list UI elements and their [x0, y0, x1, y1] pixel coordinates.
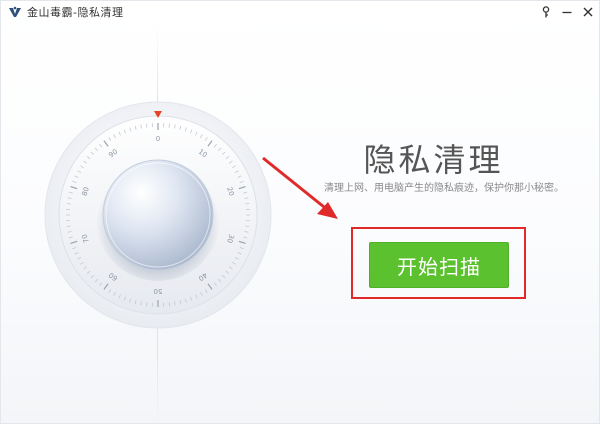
dial-tick-label: 0: [156, 135, 160, 143]
dial-tick: [146, 123, 148, 128]
dial-tick: [245, 225, 250, 227]
dial-tick: [66, 225, 71, 227]
privacy-dial: 0102030405060708090: [44, 101, 272, 329]
dial-tick: [168, 123, 170, 128]
dial-tick: [245, 203, 250, 205]
app-window: 金山毒霸-隐私清理 0 10 20 30 40 50 60 70 80 90 隐…: [0, 0, 600, 424]
dial-tick-label: 50: [154, 287, 163, 295]
dial-knob: [102, 159, 214, 271]
dial-tick: [168, 302, 170, 307]
page-subtitle: 清理上网、用电脑产生的隐私痕迹，保护你那小秘密。: [324, 183, 564, 194]
start-scan-button[interactable]: 开始扫描: [369, 242, 509, 288]
page-title: 隐私清理: [363, 141, 504, 179]
dial-tick: [66, 203, 71, 205]
dial-tick: [146, 302, 148, 307]
